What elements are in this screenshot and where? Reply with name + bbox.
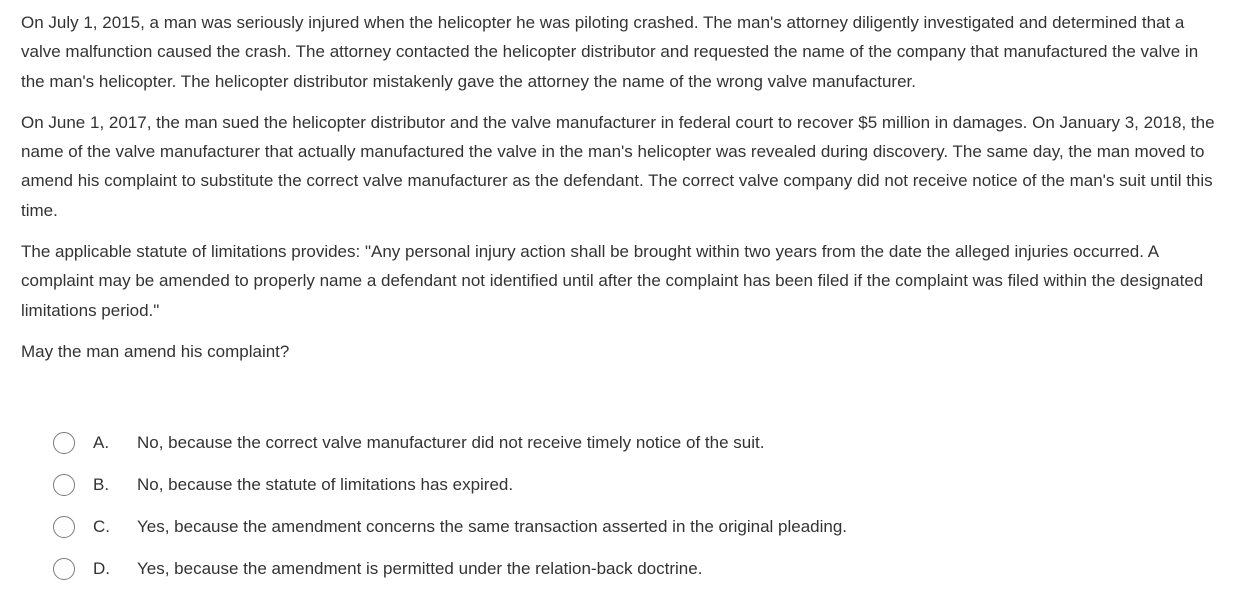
choice-letter: D. bbox=[93, 559, 110, 578]
question-stem: On July 1, 2015, a man was seriously inj… bbox=[21, 8, 1221, 366]
choice-d[interactable]: D. Yes, because the amendment is permitt… bbox=[53, 548, 1203, 590]
choice-letter: A. bbox=[93, 433, 110, 452]
radio-button-b[interactable] bbox=[53, 474, 75, 496]
question-prompt: May the man amend his complaint? bbox=[21, 341, 290, 361]
choice-letter: B. bbox=[93, 475, 110, 494]
choice-b[interactable]: B. No, because the statute of limitation… bbox=[53, 464, 1203, 506]
radio-button-d[interactable] bbox=[53, 558, 75, 580]
question-paragraph-1: On July 1, 2015, a man was seriously inj… bbox=[21, 13, 1199, 91]
radio-button-a[interactable] bbox=[53, 432, 75, 454]
choice-text[interactable]: No, because the statute of limitations h… bbox=[137, 475, 513, 495]
choice-text[interactable]: Yes, because the amendment is permitted … bbox=[137, 559, 702, 579]
choice-text[interactable]: No, because the correct valve manufactur… bbox=[137, 433, 764, 453]
radio-button-c[interactable] bbox=[53, 516, 75, 538]
choice-c[interactable]: C. Yes, because the amendment concerns t… bbox=[53, 506, 1203, 548]
question-paragraph-2: On June 1, 2017, the man sued the helico… bbox=[21, 112, 1215, 220]
choice-a[interactable]: A. No, because the correct valve manufac… bbox=[53, 422, 1203, 464]
choice-text[interactable]: Yes, because the amendment concerns the … bbox=[137, 517, 847, 537]
answer-choices: A. No, because the correct valve manufac… bbox=[53, 422, 1203, 590]
question-paragraph-3: The applicable statute of limitations pr… bbox=[21, 242, 1204, 320]
choice-letter: C. bbox=[93, 517, 110, 536]
